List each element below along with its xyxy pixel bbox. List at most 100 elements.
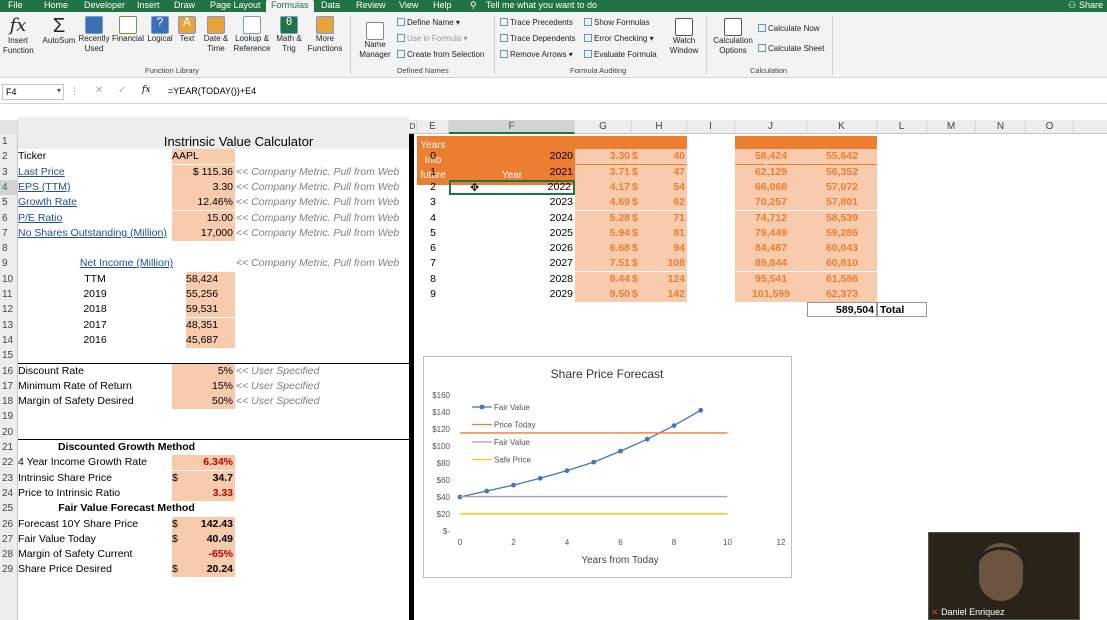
- projected-earnings-cell[interactable]: 74,712: [735, 210, 807, 226]
- fvf-currency[interactable]: $: [172, 562, 188, 578]
- fair-value-cell[interactable]: 94: [646, 241, 687, 257]
- metric-value[interactable]: 15.00: [172, 210, 235, 226]
- year-cell[interactable]: 2026: [449, 241, 575, 256]
- metric-value[interactable]: 12.46%: [172, 195, 235, 211]
- fvf-value[interactable]: 20.24: [188, 562, 235, 578]
- year-cell[interactable]: 2025: [449, 226, 575, 241]
- net-income-year[interactable]: 2017: [18, 318, 172, 333]
- metric-label[interactable]: Growth Rate: [18, 195, 172, 210]
- years-into-future-cell[interactable]: 5: [417, 226, 449, 241]
- total-label-cell[interactable]: Total: [877, 302, 927, 318]
- eps-forecast-cell[interactable]: 3.30: [575, 149, 632, 165]
- metric-value[interactable]: 17,000: [172, 225, 235, 241]
- fair-value-cell[interactable]: 40: [646, 149, 687, 165]
- dgm-label[interactable]: 4 Year Income Growth Rate: [18, 455, 172, 470]
- fair-value-cell[interactable]: 62: [646, 195, 687, 211]
- year-cell[interactable]: 2027: [449, 256, 575, 271]
- years-into-future-cell[interactable]: 3: [417, 195, 449, 210]
- metric-value[interactable]: $ 115.36: [172, 164, 235, 180]
- dgm-currency[interactable]: [172, 455, 188, 471]
- dgm-currency[interactable]: $: [172, 470, 188, 486]
- eps-forecast-cell[interactable]: 8.44: [575, 271, 632, 287]
- fair-value-cell[interactable]: 47: [646, 164, 687, 180]
- net-income-label[interactable]: Net Income (Million): [18, 256, 235, 271]
- present-value-cell[interactable]: 57,801: [807, 195, 877, 211]
- dgm-value[interactable]: 6.34%: [188, 455, 235, 471]
- dgm-label[interactable]: Intrinsic Share Price: [18, 471, 172, 486]
- eps-forecast-cell[interactable]: 5.94: [575, 225, 632, 241]
- present-value-cell[interactable]: 55,642: [807, 149, 877, 165]
- projected-earnings-cell[interactable]: 95,541: [735, 271, 807, 287]
- fair-value-currency[interactable]: $: [632, 241, 646, 257]
- rate-label[interactable]: Discount Rate: [18, 364, 172, 379]
- year-cell[interactable]: 2028: [449, 272, 575, 287]
- net-income-value[interactable]: 55,256: [186, 287, 235, 302]
- present-value-cell[interactable]: 62,373: [807, 287, 877, 302]
- fair-value-currency[interactable]: $: [632, 287, 646, 302]
- rate-value[interactable]: 5%: [172, 363, 235, 379]
- present-value-cell[interactable]: 61,586: [807, 271, 877, 287]
- projected-earnings-cell[interactable]: 58,424: [735, 149, 807, 165]
- years-into-future-cell[interactable]: 0: [417, 149, 449, 164]
- metric-label[interactable]: No Shares Outstanding (Million): [18, 226, 172, 241]
- fvf-value[interactable]: -65%: [188, 547, 235, 563]
- fvf-value[interactable]: 142.43: [188, 516, 235, 532]
- projected-earnings-cell[interactable]: 89,844: [735, 256, 807, 272]
- years-into-future-cell[interactable]: 9: [417, 287, 449, 302]
- fair-value-currency[interactable]: $: [632, 225, 646, 241]
- projected-earnings-cell[interactable]: 66,068: [735, 179, 807, 195]
- rate-label[interactable]: Minimum Rate of Return: [18, 379, 172, 394]
- eps-forecast-cell[interactable]: 6.68: [575, 241, 632, 257]
- present-value-cell[interactable]: 59,286: [807, 225, 877, 241]
- years-into-future-cell[interactable]: 8: [417, 272, 449, 287]
- fair-value-currency[interactable]: $: [632, 164, 646, 180]
- dgm-currency[interactable]: [172, 485, 188, 501]
- metric-label[interactable]: P/E Ratio: [18, 211, 172, 226]
- years-into-future-cell[interactable]: 4: [417, 211, 449, 226]
- projected-earnings-cell[interactable]: 101,599: [735, 287, 807, 302]
- fvf-value[interactable]: 40.49: [188, 531, 235, 547]
- eps-forecast-cell[interactable]: 7.51: [575, 256, 632, 272]
- projected-earnings-cell[interactable]: 70,257: [735, 195, 807, 211]
- present-value-cell[interactable]: 57,072: [807, 179, 877, 195]
- fair-value-currency[interactable]: $: [632, 210, 646, 226]
- net-income-year[interactable]: 2016: [18, 333, 172, 348]
- eps-forecast-cell[interactable]: 4.17: [575, 179, 632, 195]
- fair-value-cell[interactable]: 108: [646, 256, 687, 272]
- net-income-year[interactable]: 2018: [18, 302, 172, 317]
- metric-value[interactable]: 3.30: [172, 179, 235, 195]
- years-into-future-cell[interactable]: 7: [417, 256, 449, 271]
- fair-value-currency[interactable]: $: [632, 149, 646, 165]
- metric-label[interactable]: Last Price: [18, 165, 172, 180]
- year-cell[interactable]: 2023: [449, 195, 575, 210]
- total-value-cell[interactable]: 589,504: [807, 302, 877, 318]
- fair-value-cell[interactable]: 54: [646, 179, 687, 195]
- eps-forecast-cell[interactable]: 4.69: [575, 195, 632, 211]
- projected-earnings-cell[interactable]: 62,129: [735, 164, 807, 180]
- year-cell[interactable]: 2029: [449, 287, 575, 302]
- net-income-year[interactable]: 2019: [18, 287, 172, 302]
- years-into-future-cell[interactable]: 2: [417, 180, 449, 195]
- projected-earnings-cell[interactable]: 79,449: [735, 225, 807, 241]
- year-cell[interactable]: 2024: [449, 211, 575, 226]
- fvf-currency[interactable]: $: [172, 516, 188, 532]
- fvf-currency[interactable]: [172, 547, 188, 563]
- metric-label[interactable]: EPS (TTM): [18, 180, 172, 195]
- ticker-label[interactable]: Ticker: [18, 149, 172, 164]
- year-cell[interactable]: 2022: [449, 179, 575, 195]
- eps-forecast-cell[interactable]: 3.71: [575, 164, 632, 180]
- present-value-cell[interactable]: 56,352: [807, 164, 877, 180]
- dgm-label[interactable]: Price to Intrinsic Ratio: [18, 486, 172, 501]
- fair-value-currency[interactable]: $: [632, 195, 646, 211]
- year-cell[interactable]: 2020: [449, 149, 575, 164]
- eps-forecast-cell[interactable]: 9.50: [575, 287, 632, 302]
- net-income-year[interactable]: TTM: [18, 272, 172, 287]
- fvf-label[interactable]: Share Price Desired: [18, 562, 172, 577]
- fair-value-currency[interactable]: $: [632, 179, 646, 195]
- present-value-cell[interactable]: 60,043: [807, 241, 877, 257]
- net-income-value[interactable]: 58,424: [186, 271, 235, 287]
- net-income-value[interactable]: 59,531: [186, 302, 235, 318]
- fair-value-cell[interactable]: 81: [646, 225, 687, 241]
- dgm-value[interactable]: 34.7: [188, 470, 235, 486]
- fvf-label[interactable]: Forecast 10Y Share Price: [18, 517, 172, 532]
